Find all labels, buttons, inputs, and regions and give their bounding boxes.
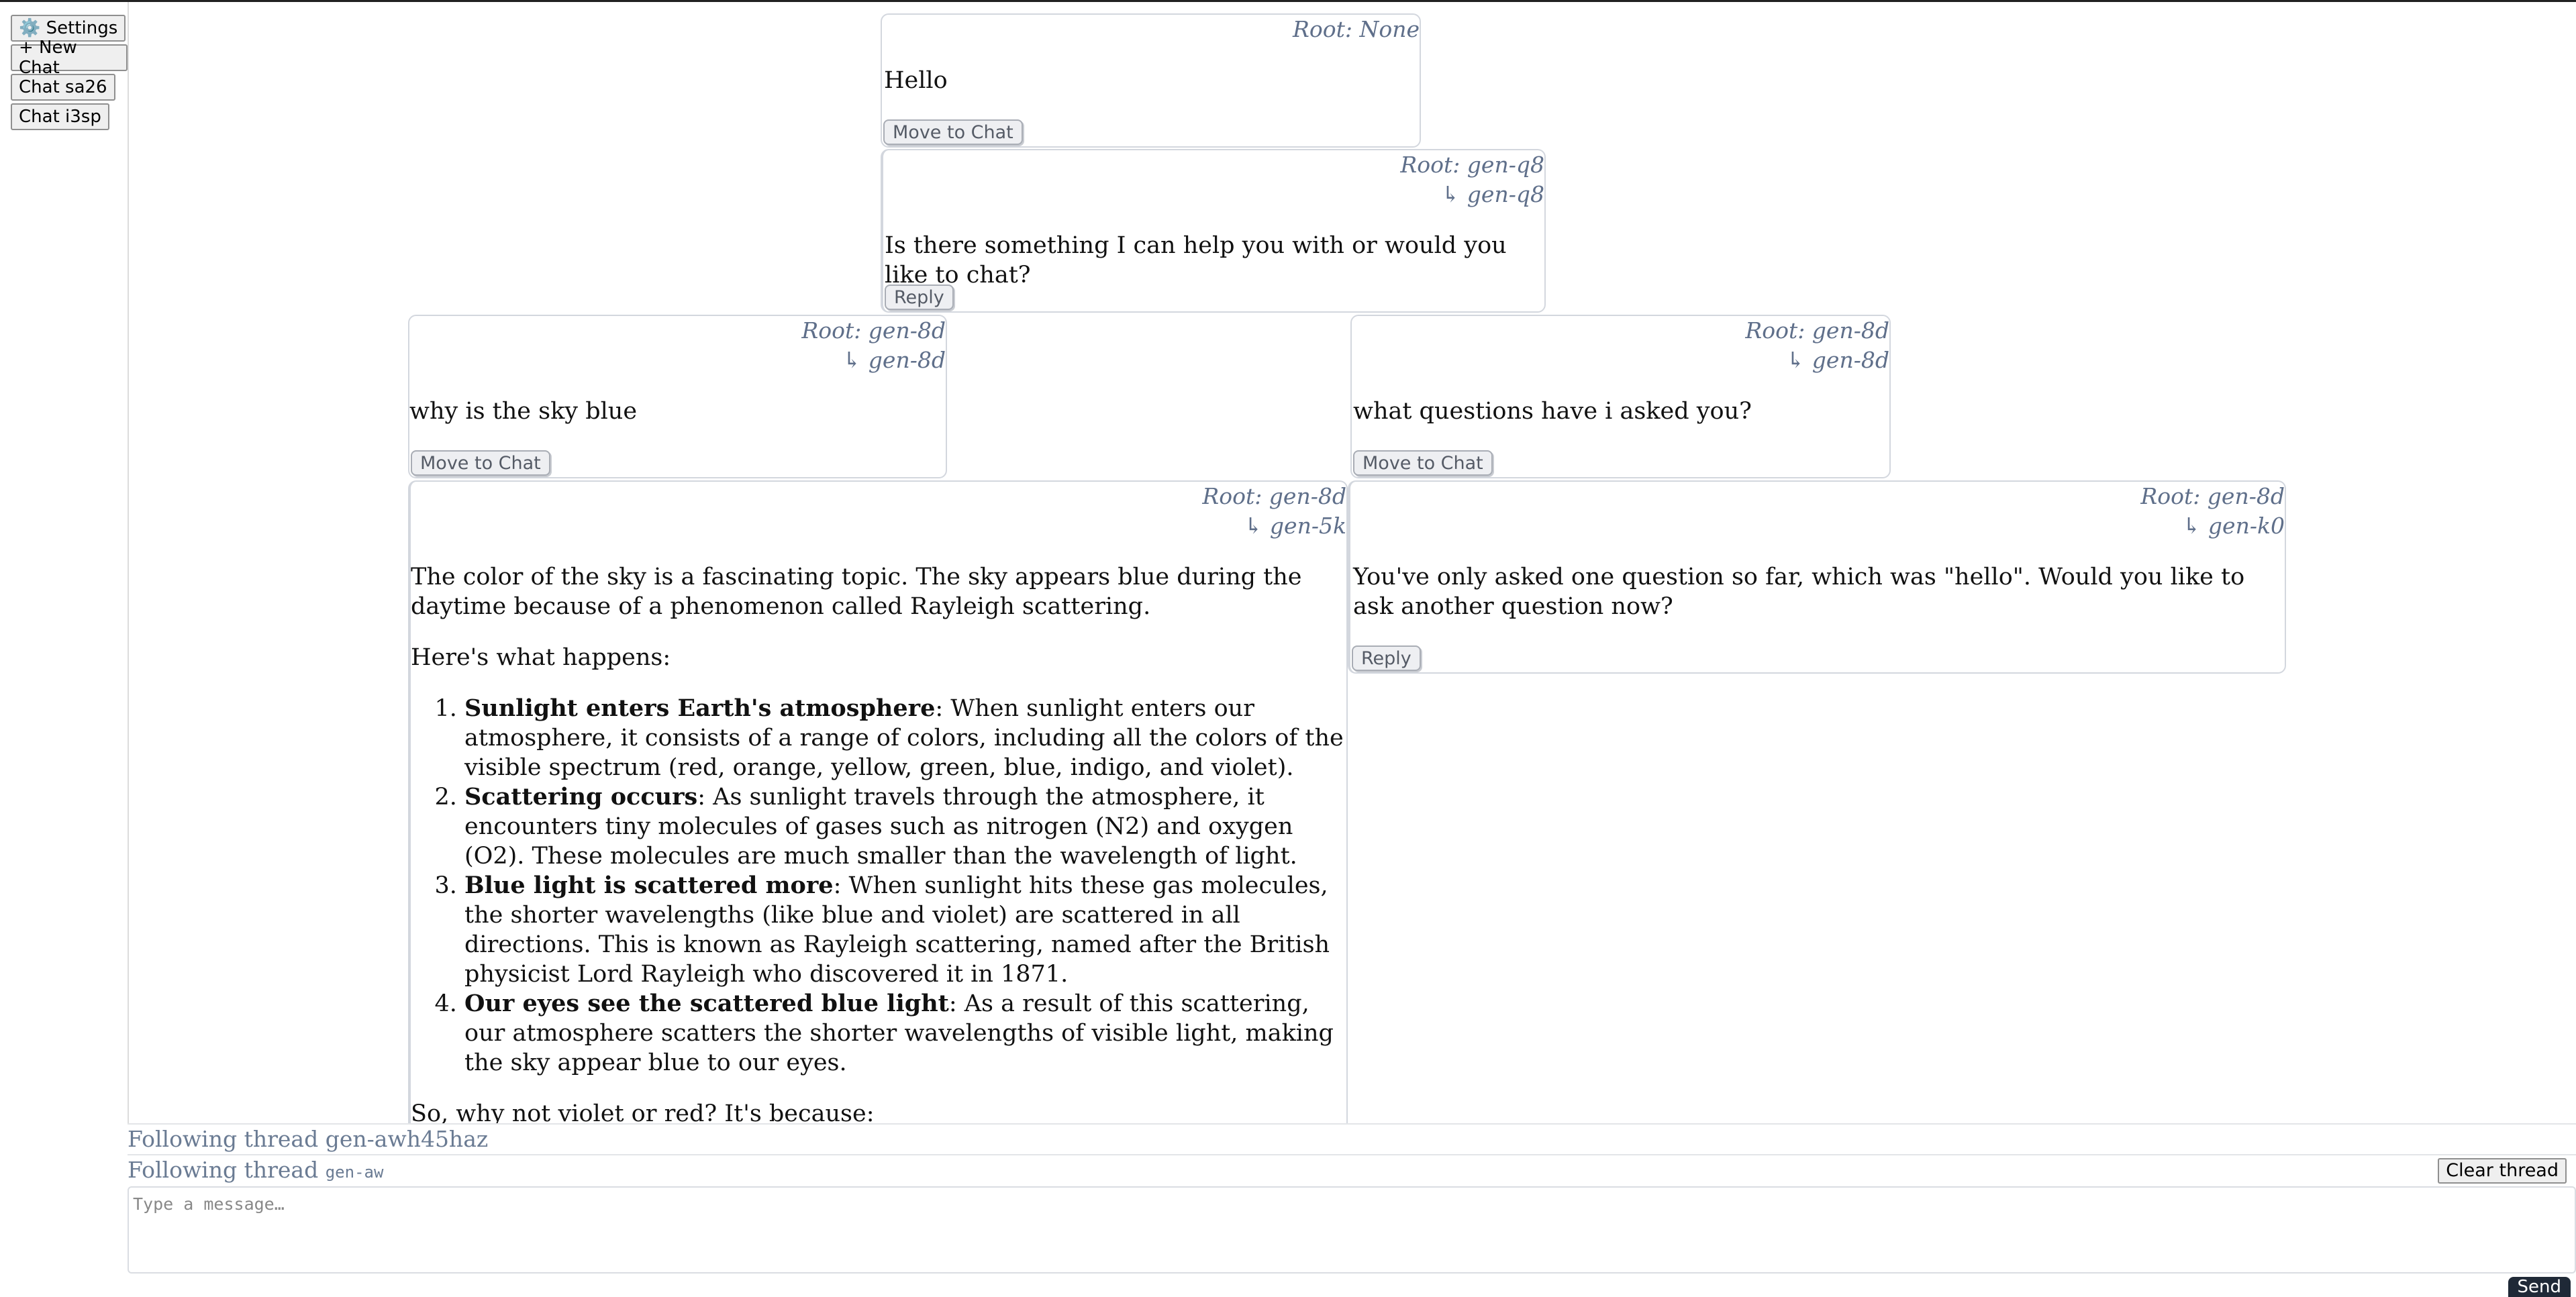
- item-heading: Our eyes see the scattered blue light: [464, 990, 949, 1017]
- list-item: Scattering occurs: As sunlight travels t…: [464, 782, 1344, 871]
- following-thread-text: Following thread gen-awh45haz: [128, 1126, 489, 1152]
- reply-button[interactable]: Reply: [1352, 645, 1421, 671]
- item-heading: Sunlight enters Earth's atmosphere: [464, 694, 936, 722]
- message-card: Root: gen-8d ↳ gen-k0 You've only asked …: [1348, 480, 2286, 674]
- message-text: Hello: [884, 67, 948, 94]
- root-label: Root: gen-8d: [1745, 317, 1889, 344]
- following-thread-label: Following thread: [128, 1157, 319, 1183]
- message-input[interactable]: [129, 1188, 2575, 1272]
- parent-label: ↳ gen-q8: [1441, 181, 1544, 207]
- clear-thread-button[interactable]: Clear thread: [2438, 1158, 2567, 1184]
- chat-item-i3sp[interactable]: Chat i3sp: [11, 103, 109, 130]
- root-label: Root: gen-8d: [1202, 483, 1346, 509]
- following-thread-status: Following thread gen-awh45haz: [128, 1123, 2576, 1153]
- parent-label: ↳ gen-8d: [842, 347, 946, 373]
- send-button[interactable]: Send: [2508, 1277, 2571, 1297]
- window-top-border: [0, 0, 2576, 2]
- message-card: Root: gen-8d ↳ gen-8d what questions hav…: [1350, 315, 1891, 478]
- message-text: why is the sky blue: [409, 398, 638, 425]
- reply-button[interactable]: Reply: [885, 284, 954, 310]
- message-input-box: [128, 1186, 2576, 1274]
- parent-label: ↳ gen-8d: [1786, 347, 1889, 373]
- explanation-list: Sunlight enters Earth's atmosphere: When…: [411, 694, 1344, 1078]
- following-thread-bar: Following thread gen-aw Clear thread: [128, 1154, 2576, 1184]
- thread-id: gen-aw: [325, 1163, 384, 1182]
- move-to-chat-button[interactable]: Move to Chat: [1353, 450, 1493, 476]
- message-card: Root: None Hello Move to Chat: [881, 13, 1421, 148]
- root-label: Root: gen-8d: [2140, 483, 2285, 509]
- message-card: Root: gen-8d ↳ gen-8d why is the sky blu…: [408, 315, 947, 478]
- root-label: Root: gen-8d: [801, 317, 946, 344]
- root-label: Root: None: [1293, 16, 1420, 42]
- new-chat-button[interactable]: + New Chat: [11, 38, 128, 78]
- parent-label: ↳ gen-5k: [1244, 513, 1346, 539]
- list-item: Sunlight enters Earth's atmosphere: When…: [464, 694, 1344, 782]
- list-item: Blue light is scattered more: When sunli…: [464, 871, 1344, 989]
- move-to-chat-button[interactable]: Move to Chat: [883, 119, 1023, 145]
- sidebar: ⚙️ Settings + New Chat Chat sa26 Chat i3…: [0, 2, 129, 1295]
- message-card: Root: gen-q8 ↳ gen-q8 Is there something…: [881, 149, 1546, 313]
- message-intro: The color of the sky is a fascinating to…: [411, 564, 1302, 620]
- message-text: Is there something I can help you with o…: [885, 232, 1507, 289]
- message-text: what questions have i asked you?: [1353, 398, 1752, 425]
- item-heading: Blue light is scattered more: [464, 872, 834, 899]
- message-lead: Here's what happens:: [411, 644, 671, 671]
- message-text: You've only asked one question so far, w…: [1353, 564, 2245, 620]
- move-to-chat-button[interactable]: Move to Chat: [411, 450, 550, 476]
- item-heading: Scattering occurs: [464, 783, 698, 811]
- root-label: Root: gen-q8: [1400, 152, 1544, 178]
- chat-item-sa26[interactable]: Chat sa26: [11, 74, 115, 101]
- message-card: Root: gen-8d ↳ gen-5k The color of the s…: [408, 480, 1348, 1151]
- list-item: Our eyes see the scattered blue light: A…: [464, 989, 1344, 1078]
- message-body: The color of the sky is a fascinating to…: [411, 562, 1344, 1150]
- parent-label: ↳ gen-k0: [2182, 513, 2285, 539]
